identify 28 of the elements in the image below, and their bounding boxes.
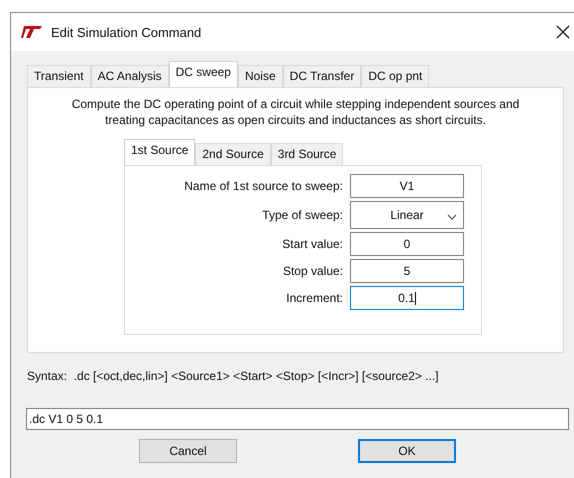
source-tab[interactable]: 1st Source [124, 139, 196, 165]
tab[interactable]: Noise [238, 65, 283, 87]
description-text: Compute the DC operating point of a circuit while stepping independent sources and treating capacitances as open circuits and inductances as short circuits. [70, 96, 520, 128]
dialog-button[interactable]: Cancel [139, 439, 237, 463]
tab[interactable]: DC Transfer [282, 65, 362, 87]
input-field[interactable]: 0 [350, 232, 464, 256]
input-field[interactable]: 0.1 [350, 286, 464, 310]
close-icon[interactable] [556, 25, 570, 39]
tab[interactable]: DC sweep [168, 61, 238, 87]
source-tab[interactable]: 3rd Source [270, 143, 344, 165]
window-title: Edit Simulation Command [51, 24, 202, 40]
input-field[interactable]: V1 [350, 174, 464, 198]
syntax-text: Syntax: .dc [<oct,dec,lin>] <Source1> <Start> <Stop> [<Incr>] [<source2> ...] [27, 369, 440, 383]
chevron-down-icon [447, 214, 457, 220]
sweep-type-dropdown[interactable]: Linear [350, 201, 464, 229]
field-label: Stop value: [282, 264, 343, 278]
field-label: Increment: [286, 291, 343, 305]
input-field[interactable]: 5 [350, 259, 464, 283]
field-label: Type of sweep: [262, 208, 343, 222]
field-label: Name of 1st source to sweep: [184, 179, 343, 193]
logo-icon [21, 25, 43, 39]
tab[interactable]: Transient [27, 65, 91, 87]
dialog-button[interactable]: OK [358, 439, 456, 463]
tab[interactable]: AC Analysis [90, 65, 169, 87]
tab[interactable]: DC op pnt [361, 65, 430, 87]
command-field[interactable]: .dc V1 0 5 0.1 [26, 408, 569, 430]
source-tab[interactable]: 2nd Source [195, 143, 271, 165]
field-label: Start value: [282, 237, 343, 251]
